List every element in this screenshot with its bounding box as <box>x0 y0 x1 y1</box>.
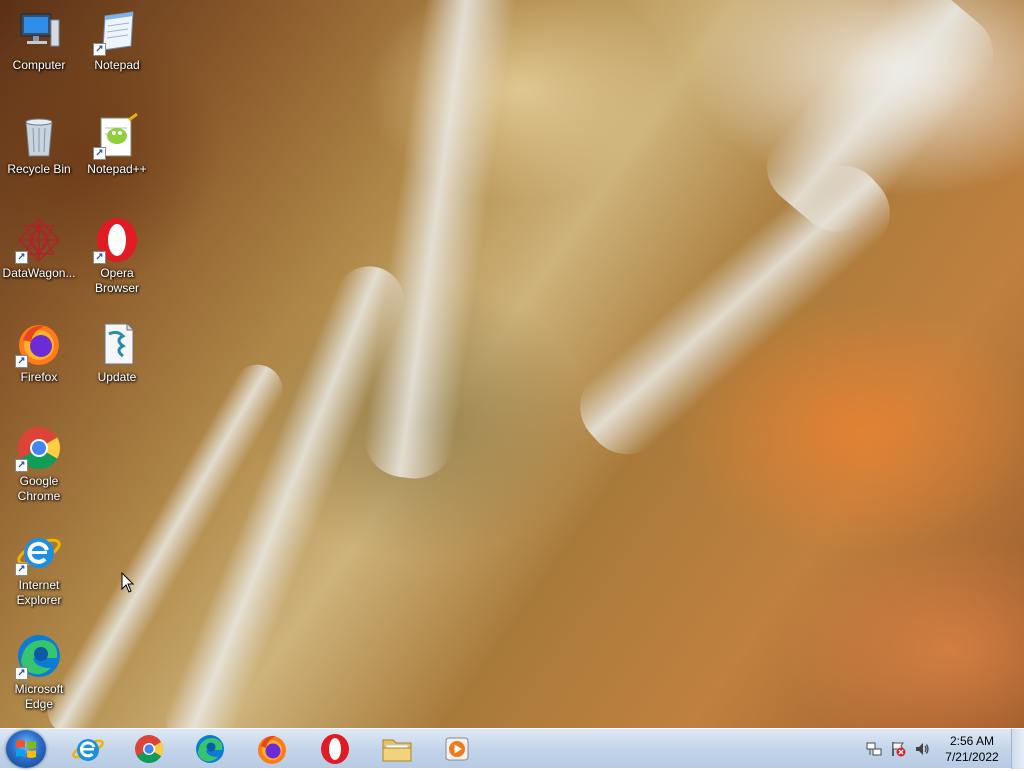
notepadpp-icon: ↗ <box>93 112 141 160</box>
start-button[interactable] <box>6 730 46 768</box>
desktop-icon-label: Notepad++ <box>87 162 147 176</box>
taskbar-firefox[interactable] <box>255 732 289 766</box>
desktop-icon-label: Computer <box>12 58 66 72</box>
desktop-icon-label: Firefox <box>20 370 58 384</box>
desktop-icon-recycle-bin[interactable]: Recycle Bin <box>0 112 78 177</box>
desktop-icon-label: Internet Explorer <box>16 578 62 607</box>
taskbar-file-explorer[interactable] <box>380 732 414 766</box>
update-script-icon <box>93 320 141 368</box>
desktop-icon-label: DataWagon... <box>2 266 76 280</box>
desktop-icon-label: Google Chrome <box>17 474 61 503</box>
edge-icon <box>196 735 224 763</box>
opera-icon: ↗ <box>93 216 141 264</box>
taskbar-internet-explorer[interactable] <box>71 732 105 766</box>
desktop-icon-internet-explorer[interactable]: ↗ Internet Explorer <box>0 528 78 608</box>
system-clock[interactable]: 2:56 AM 7/21/2022 <box>930 733 1014 765</box>
desktop-icon-firefox[interactable]: ↗ Firefox <box>0 320 78 385</box>
datawagon-icon: ↗ <box>15 216 63 264</box>
desktop-icon-label: Microsoft Edge <box>14 682 64 711</box>
windows-start-icon <box>16 740 36 758</box>
network-icon[interactable] <box>866 741 882 757</box>
clock-time: 2:56 AM <box>949 734 995 748</box>
computer-icon <box>15 8 63 56</box>
chrome-icon <box>135 735 163 763</box>
shortcut-arrow-icon: ↗ <box>15 355 28 368</box>
chrome-icon: ↗ <box>15 424 63 472</box>
shortcut-arrow-icon: ↗ <box>93 251 106 264</box>
desktop-icon-update[interactable]: Update <box>78 320 156 385</box>
taskbar-edge[interactable] <box>193 732 227 766</box>
taskbar: 2:56 AM 7/21/2022 <box>0 728 1024 769</box>
shortcut-arrow-icon: ↗ <box>15 459 28 472</box>
volume-icon[interactable] <box>914 741 930 757</box>
desktop-icon-label: Notepad <box>94 58 140 72</box>
firefox-icon <box>258 735 286 764</box>
desktop-icon-label: Recycle Bin <box>7 162 71 176</box>
taskbar-chrome[interactable] <box>132 732 166 766</box>
desktop-icon-computer[interactable]: Computer <box>0 8 78 73</box>
shortcut-arrow-icon: ↗ <box>15 667 28 680</box>
recycle-bin-icon <box>15 112 63 160</box>
desktop-wallpaper: Computer Recycle Bin ↗ DataWagon... ↗ Fi… <box>0 0 1024 728</box>
desktop-icon-google-chrome[interactable]: ↗ Google Chrome <box>0 424 78 504</box>
wallpaper-sheen <box>359 0 521 484</box>
taskbar-media-player[interactable] <box>441 732 475 766</box>
edge-icon: ↗ <box>15 632 63 680</box>
firefox-icon: ↗ <box>15 320 63 368</box>
shortcut-arrow-icon: ↗ <box>15 563 28 576</box>
desktop-icon-notepad[interactable]: ↗ Notepad <box>78 8 156 73</box>
shortcut-arrow-icon: ↗ <box>15 251 28 264</box>
ie-icon <box>72 739 104 761</box>
ie-icon: ↗ <box>15 528 63 576</box>
action-center-icon[interactable] <box>890 741 906 757</box>
clock-date: 7/21/2022 <box>945 750 999 764</box>
desktop-icon-opera[interactable]: ↗ Opera Browser <box>78 216 156 296</box>
taskbar-opera[interactable] <box>318 732 352 766</box>
opera-icon <box>321 734 349 764</box>
notepad-icon: ↗ <box>93 8 141 56</box>
desktop-icon-datawagon[interactable]: ↗ DataWagon... <box>0 216 78 281</box>
mouse-cursor-icon <box>121 571 135 599</box>
show-desktop-button[interactable] <box>1011 729 1024 769</box>
desktop-icon-label: Opera Browser <box>94 266 139 295</box>
desktop-icon-notepadpp[interactable]: ↗ Notepad++ <box>78 112 156 177</box>
desktop-icon-microsoft-edge[interactable]: ↗ Microsoft Edge <box>0 632 78 712</box>
shortcut-arrow-icon: ↗ <box>93 147 106 160</box>
folder-icon <box>382 739 412 762</box>
shortcut-arrow-icon: ↗ <box>93 43 106 56</box>
desktop-icon-label: Update <box>97 370 137 384</box>
media-player-icon <box>445 737 469 761</box>
